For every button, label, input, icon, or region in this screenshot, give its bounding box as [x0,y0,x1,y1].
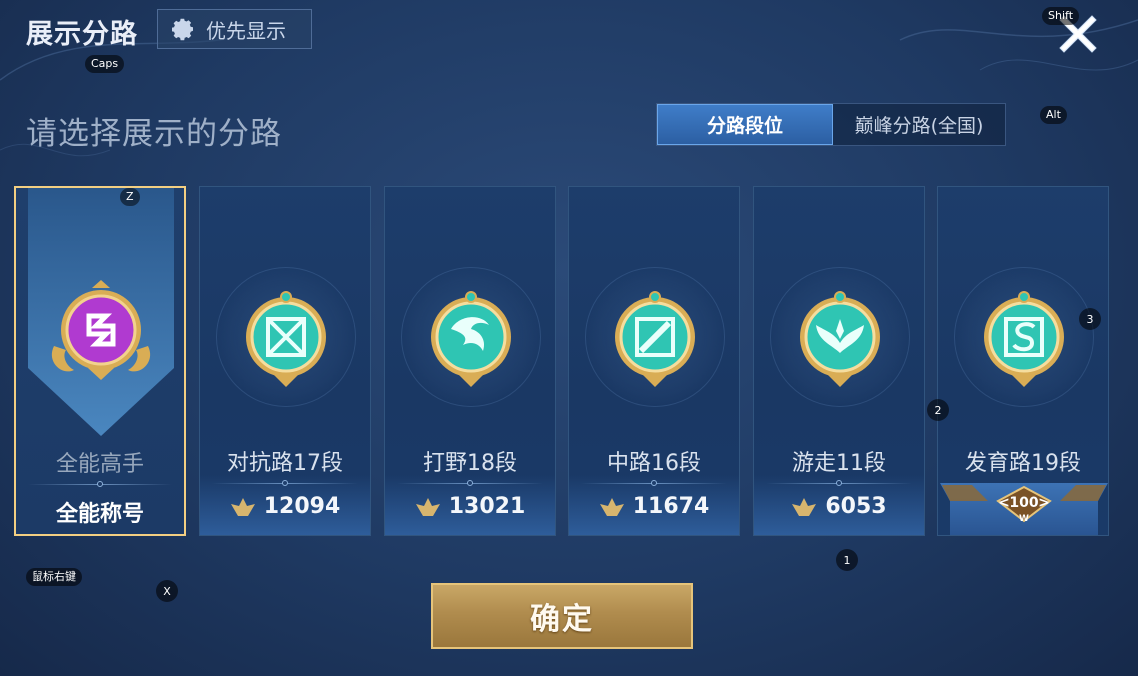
lane-card-farm[interactable]: 发育路19段 100 < > W [937,186,1109,536]
medal-ring [954,267,1094,407]
medal-ring [401,267,541,407]
key-hint-z: Z [120,188,140,206]
roam-wings-medal-icon [800,291,880,387]
lane-score-value: 11674 [632,494,710,519]
lane-card-mid[interactable]: 中路16段 11674 [568,186,740,536]
lane-card-roam[interactable]: 游走11段 6053 [753,186,925,536]
gear-icon [172,18,193,41]
medal-ring [770,267,910,407]
lane-card-name: 中路16段 [607,451,701,476]
clash-lane-medal-icon [246,291,326,387]
rank-score-icon [415,497,440,516]
key-hint-x: X [156,580,178,602]
lane-score: 11674 [569,494,739,519]
key-hint-1: 1 [836,549,858,571]
peak-badge-value: 100 [1009,495,1038,511]
medal-ring [585,267,725,407]
key-hint-shift: Shift [1042,7,1080,25]
lane-score-value: 13021 [448,494,526,519]
peak-rank-badge: 100 < > W [940,483,1108,535]
rank-score-icon [230,497,255,516]
peak-badge-sub: W [1019,514,1029,524]
card-divider [28,481,172,487]
lane-card-all-round[interactable]: Z 全能高手 全能称号 [14,186,186,536]
key-hint-caps: Caps [85,55,125,73]
priority-display-label: 优先显示 [206,18,286,43]
rank-score-icon [792,497,817,516]
lane-score: 12094 [200,494,370,519]
lane-card-title: 全能称号 [55,502,144,527]
page-title: 展示分路 [26,19,138,50]
medal-ring [216,267,356,407]
priority-display-button[interactable]: 优先显示 [157,9,312,49]
jungle-dragon-medal-icon [431,291,511,387]
lane-card-jungle[interactable]: 打野18段 13021 [384,186,556,536]
lane-tabs: 分路段位 巅峰分路(全国) [656,103,1006,146]
lane-card-name: 全能高手 [55,452,144,477]
key-hint-2: 2 [927,399,949,421]
svg-text:<: < [998,495,1010,511]
lane-score: 6053 [754,494,924,519]
svg-text:>: > [1038,495,1050,511]
key-hint-3: 3 [1079,308,1101,330]
lane-card-name: 游走11段 [792,451,886,476]
farm-lane-medal-icon [984,291,1064,387]
mid-lane-medal-icon [615,291,695,387]
confirm-button[interactable]: 确定 [431,583,693,649]
lane-card-clash[interactable]: 对抗路17段 12094 [199,186,371,536]
lane-card-name: 对抗路17段 [227,451,343,476]
tab-lane-rank[interactable]: 分路段位 [657,104,833,145]
key-hint-alt: Alt [1040,106,1067,124]
lane-card-name: 打野18段 [423,451,517,476]
lane-card-name: 发育路19段 [965,451,1081,476]
tab-peak-lane-national[interactable]: 巅峰分路(全国) [833,104,1005,145]
rank-score-icon [599,497,624,516]
lane-score-value: 12094 [263,494,341,519]
lane-score-value: 6053 [825,494,887,519]
lane-score: 13021 [385,494,555,519]
select-lane-prompt: 请选择展示的分路 [26,116,282,152]
key-hint-right-click: 鼠标右键 [26,568,82,586]
purple-omni-medal-icon [51,280,151,380]
